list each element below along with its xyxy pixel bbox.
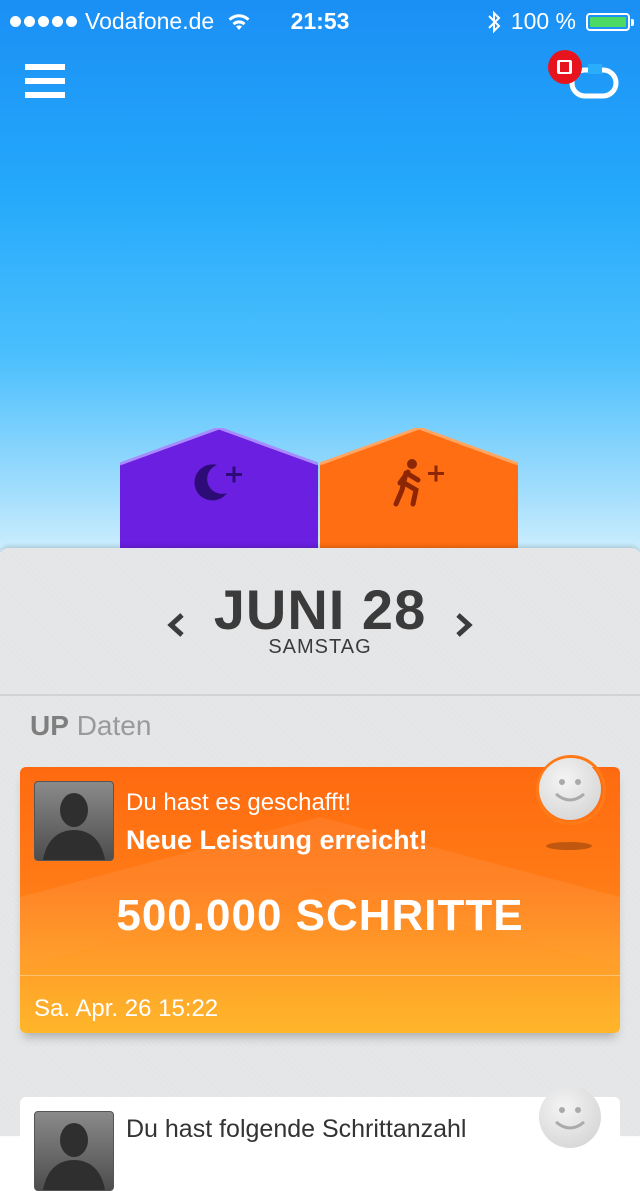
- menu-line: [25, 92, 65, 98]
- activity-tile[interactable]: [320, 428, 518, 550]
- section-title: UP Daten: [30, 710, 151, 742]
- date-title: JUNI 28: [213, 578, 427, 641]
- hamburger-menu-icon: [25, 64, 65, 70]
- card-subtitle: Du hast es geschafft!: [126, 789, 352, 816]
- sleep-tile[interactable]: [120, 428, 318, 550]
- band-sync-icon: [548, 50, 619, 99]
- bluetooth-icon: [488, 10, 501, 33]
- achievement-card[interactable]: Du hast es geschafft! Neue Leistung erre…: [20, 767, 620, 1033]
- card-timestamp: Sa. Apr. 26 15:22: [34, 995, 219, 1022]
- avatar: [34, 781, 114, 861]
- smiley-icon[interactable]: [539, 758, 601, 820]
- menu-line: [25, 78, 65, 84]
- card-divider: [20, 975, 620, 976]
- menu-button[interactable]: [25, 64, 65, 100]
- smiley-icon[interactable]: [539, 1086, 601, 1148]
- weekday-label: SAMSTAG: [268, 636, 372, 658]
- status-bar: Vodafone.de 21:53 100 %: [0, 0, 640, 40]
- avatar: [34, 1111, 114, 1191]
- steps-card-text: Du hast folgende Schrittanzahl: [126, 1115, 467, 1143]
- chevron-right-icon[interactable]: [452, 610, 476, 640]
- content-panel: JUNI 28 SAMSTAG UP Daten Du hast es gesc…: [0, 548, 640, 1191]
- smiley-shadow: [546, 842, 592, 850]
- section-label: Daten: [76, 710, 152, 741]
- up-brand-label: UP: [30, 710, 69, 741]
- sync-button[interactable]: [544, 50, 624, 106]
- battery-icon: [586, 12, 634, 31]
- steps-card[interactable]: Du hast folgende Schrittanzahl: [20, 1097, 620, 1191]
- card-title: Neue Leistung erreicht!: [126, 825, 428, 855]
- achievement-value: 500.000 SCHRITTE: [116, 891, 524, 940]
- battery-percentage: 100 %: [510, 8, 576, 34]
- date-header: JUNI 28 SAMSTAG: [0, 548, 640, 696]
